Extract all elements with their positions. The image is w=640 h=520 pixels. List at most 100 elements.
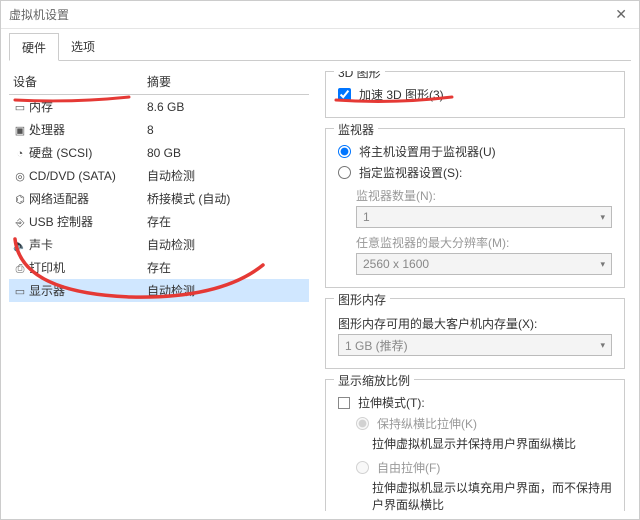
group-title-3d: 3D 图形 bbox=[334, 71, 385, 81]
td-summary: 自动检测 bbox=[143, 165, 309, 186]
body: 设备 摘要 ▭内存8.6 GB▣处理器8◔硬盘 (SCSI)80 GB◎CD/D… bbox=[9, 61, 631, 511]
monitor-host-input[interactable] bbox=[338, 145, 351, 158]
group-scaling: 显示缩放比例 拉伸模式(T): 保持纵横比拉伸(K) 拉伸虚拟机显示并保持用户界… bbox=[325, 379, 625, 511]
td-device: ▭内存 bbox=[9, 96, 143, 117]
td-summary: 桥接模式 (自动) bbox=[143, 188, 309, 209]
table-row[interactable]: ▣处理器8 bbox=[9, 118, 309, 141]
group-title-monitor: 监视器 bbox=[334, 121, 378, 138]
table-row[interactable]: 🔈声卡自动检测 bbox=[9, 233, 309, 256]
accel-3d-label: 加速 3D 图形(3) bbox=[359, 86, 444, 103]
monitor-specify-input[interactable] bbox=[338, 166, 351, 179]
monitor-specify-subgroup: 监视器数量(N): 1 ▾ 任意监视器的最大分辨率(M): 2560 x 160… bbox=[356, 187, 612, 275]
table-header: 设备 摘要 bbox=[9, 71, 309, 95]
chevron-down-icon: ▾ bbox=[600, 212, 605, 223]
tab-hardware[interactable]: 硬件 bbox=[9, 33, 59, 61]
table-row[interactable]: ◔硬盘 (SCSI)80 GB bbox=[9, 141, 309, 164]
table-row[interactable]: ▭显示器自动检测 bbox=[9, 279, 309, 302]
td-summary: 存在 bbox=[143, 211, 309, 232]
monitor-specify-radio[interactable]: 指定监视器设置(S): bbox=[338, 164, 612, 181]
stretch-mode-label: 拉伸模式(T): bbox=[358, 394, 425, 411]
device-name: 声卡 bbox=[29, 238, 53, 252]
tab-bar: 硬件 选项 bbox=[9, 33, 631, 61]
td-summary: 8 bbox=[143, 121, 309, 139]
table-row[interactable]: ⎙打印机存在 bbox=[9, 256, 309, 279]
content-area: 硬件 选项 设备 摘要 ▭内存8.6 GB▣处理器8◔硬盘 (SCSI)80 G… bbox=[1, 29, 639, 519]
table-row[interactable]: ▭内存8.6 GB bbox=[9, 95, 309, 118]
monitor-host-label: 将主机设置用于监视器(U) bbox=[359, 143, 496, 160]
monitor-host-radio[interactable]: 将主机设置用于监视器(U) bbox=[338, 143, 612, 160]
device-name: 打印机 bbox=[29, 261, 65, 275]
gmem-label: 图形内存可用的最大客户机内存量(X): bbox=[338, 315, 612, 332]
device-name: USB 控制器 bbox=[29, 215, 93, 229]
memory-icon: ▭ bbox=[13, 101, 27, 114]
window-title: 虚拟机设置 bbox=[9, 6, 69, 23]
free-stretch-desc: 拉伸虚拟机显示以填充用户界面，而不保持用户界面纵横比 bbox=[372, 480, 612, 511]
printer-icon: ⎙ bbox=[13, 263, 27, 276]
free-stretch-label: 自由拉伸(F) bbox=[377, 459, 440, 476]
monitor-count-select[interactable]: 1 ▾ bbox=[356, 206, 612, 228]
td-device: ⎙打印机 bbox=[9, 257, 143, 278]
keep-ratio-desc: 拉伸虚拟机显示并保持用户界面纵横比 bbox=[372, 436, 612, 453]
settings-window: 虚拟机设置 ✕ 硬件 选项 设备 摘要 ▭内存8.6 GB▣处理器8◔硬盘 (S… bbox=[0, 0, 640, 520]
keep-ratio-label: 保持纵横比拉伸(K) bbox=[377, 415, 477, 432]
sound-icon: 🔈 bbox=[13, 239, 27, 252]
device-name: 内存 bbox=[29, 100, 53, 114]
td-summary: 存在 bbox=[143, 257, 309, 278]
device-name: 硬盘 (SCSI) bbox=[29, 146, 92, 160]
device-panel: 设备 摘要 ▭内存8.6 GB▣处理器8◔硬盘 (SCSI)80 GB◎CD/D… bbox=[9, 71, 309, 511]
td-device: ◎CD/DVD (SATA) bbox=[9, 167, 143, 185]
table-row[interactable]: ◎CD/DVD (SATA)自动检测 bbox=[9, 164, 309, 187]
device-name: 显示器 bbox=[29, 284, 65, 298]
accel-3d-checkbox[interactable]: 加速 3D 图形(3) bbox=[338, 86, 612, 103]
group-title-gmem: 图形内存 bbox=[334, 291, 390, 308]
device-list: ▭内存8.6 GB▣处理器8◔硬盘 (SCSI)80 GB◎CD/DVD (SA… bbox=[9, 95, 309, 302]
group-title-scaling: 显示缩放比例 bbox=[334, 372, 414, 389]
usb-icon: ⎆ bbox=[13, 217, 27, 230]
th-summary: 摘要 bbox=[143, 71, 309, 92]
device-name: 处理器 bbox=[29, 123, 65, 137]
td-device: ▭显示器 bbox=[9, 280, 143, 301]
monitor-maxres-value: 2560 x 1600 bbox=[363, 257, 429, 271]
monitor-count-label: 监视器数量(N): bbox=[356, 187, 612, 204]
keep-ratio-radio[interactable]: 保持纵横比拉伸(K) bbox=[356, 415, 612, 432]
group-graphics-memory: 图形内存 图形内存可用的最大客户机内存量(X): 1 GB (推荐) ▾ bbox=[325, 298, 625, 369]
chevron-down-icon: ▾ bbox=[600, 340, 605, 351]
td-summary: 80 GB bbox=[143, 144, 309, 162]
group-monitor: 监视器 将主机设置用于监视器(U) 指定监视器设置(S): 监视器数量(N): … bbox=[325, 128, 625, 288]
td-device: ◔硬盘 (SCSI) bbox=[9, 142, 143, 163]
td-device: ⌬网络适配器 bbox=[9, 188, 143, 209]
keep-ratio-input[interactable] bbox=[356, 417, 369, 430]
accel-3d-input[interactable] bbox=[338, 88, 351, 101]
chevron-down-icon: ▾ bbox=[600, 259, 605, 270]
monitor-maxres-select[interactable]: 2560 x 1600 ▾ bbox=[356, 253, 612, 275]
free-stretch-input[interactable] bbox=[356, 461, 369, 474]
td-summary: 自动检测 bbox=[143, 234, 309, 255]
th-device: 设备 bbox=[9, 71, 143, 92]
display-icon: ▭ bbox=[13, 285, 27, 298]
gmem-value: 1 GB (推荐) bbox=[345, 337, 408, 354]
tab-options[interactable]: 选项 bbox=[59, 33, 107, 60]
td-summary: 8.6 GB bbox=[143, 98, 309, 116]
stretch-mode-field[interactable]: 拉伸模式(T): bbox=[338, 394, 612, 411]
settings-panel[interactable]: 3D 图形 加速 3D 图形(3) 监视器 将主机设置用于监视器(U) bbox=[325, 71, 631, 511]
close-icon[interactable]: ✕ bbox=[611, 6, 631, 23]
stretch-mode-checkbox[interactable] bbox=[338, 397, 350, 409]
free-stretch-radio[interactable]: 自由拉伸(F) bbox=[356, 459, 612, 476]
group-3d-graphics: 3D 图形 加速 3D 图形(3) bbox=[325, 71, 625, 118]
titlebar: 虚拟机设置 ✕ bbox=[1, 1, 639, 29]
table-row[interactable]: ⌬网络适配器桥接模式 (自动) bbox=[9, 187, 309, 210]
disk-icon: ◔ bbox=[13, 148, 27, 160]
td-device: ⎆USB 控制器 bbox=[9, 211, 143, 232]
table-row[interactable]: ⎆USB 控制器存在 bbox=[9, 210, 309, 233]
gmem-select[interactable]: 1 GB (推荐) ▾ bbox=[338, 334, 612, 356]
td-device: ▣处理器 bbox=[9, 119, 143, 140]
device-name: 网络适配器 bbox=[29, 192, 89, 206]
td-device: 🔈声卡 bbox=[9, 234, 143, 255]
device-name: CD/DVD (SATA) bbox=[29, 169, 116, 183]
cpu-icon: ▣ bbox=[13, 124, 27, 137]
cd-icon: ◎ bbox=[13, 170, 27, 183]
monitor-maxres-label: 任意监视器的最大分辨率(M): bbox=[356, 234, 612, 251]
monitor-count-value: 1 bbox=[363, 210, 370, 224]
net-icon: ⌬ bbox=[13, 193, 27, 206]
td-summary: 自动检测 bbox=[143, 280, 309, 301]
